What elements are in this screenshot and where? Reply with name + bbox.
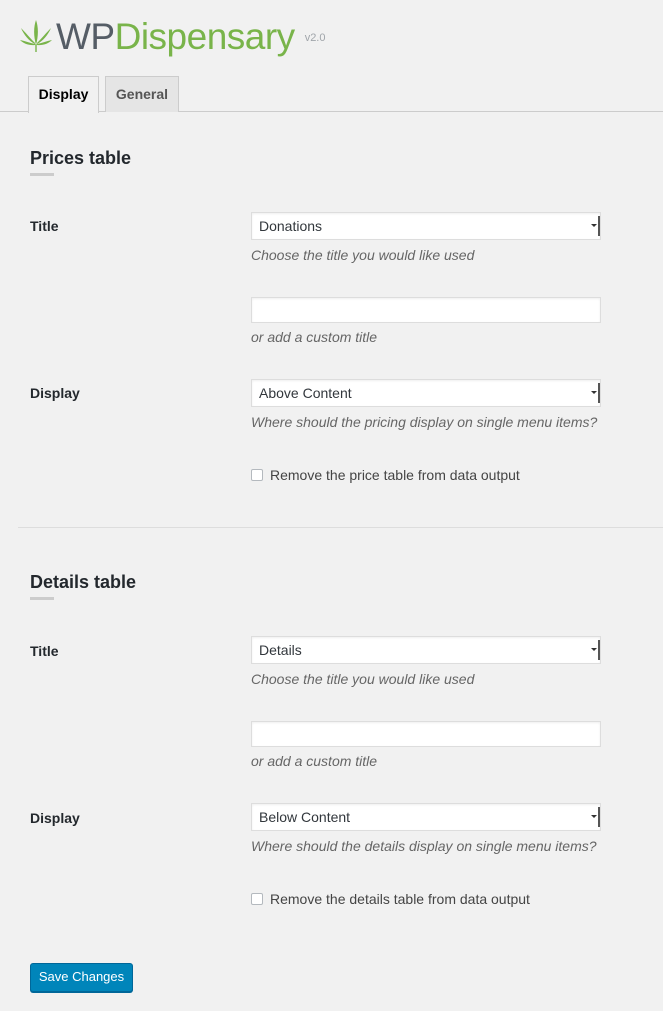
prices-title-select-value: Donations xyxy=(259,218,323,234)
brand-title: WPDispensary xyxy=(56,14,295,60)
details-title-select[interactable]: Details xyxy=(251,636,601,664)
brand-wp: WP xyxy=(56,16,115,57)
dropdown-arrow-icon xyxy=(591,807,600,827)
prices-display-help: Where should the pricing display on sing… xyxy=(251,414,598,430)
details-remove-checkbox-row[interactable]: Remove the details table from data outpu… xyxy=(251,891,530,907)
details-display-select-value: Below Content xyxy=(259,809,351,825)
prices-title-help: Choose the title you would like used xyxy=(251,247,475,263)
dropdown-arrow-icon xyxy=(591,216,600,236)
details-title-select-value: Details xyxy=(259,642,302,658)
prices-display-select[interactable]: Above Content xyxy=(251,379,601,407)
details-title-help: Choose the title you would like used xyxy=(251,671,475,687)
section-title-details: Details table xyxy=(30,572,137,592)
prices-remove-checkbox-row[interactable]: Remove the price table from data output xyxy=(251,467,520,483)
dropdown-arrow-icon xyxy=(591,640,600,660)
details-remove-checkbox[interactable] xyxy=(251,893,263,905)
details-custom-title-input[interactable] xyxy=(251,721,601,747)
details-title-label: Title xyxy=(30,643,59,659)
details-display-help: Where should the details display on sing… xyxy=(251,838,597,854)
section-underline xyxy=(30,173,54,176)
prices-display-select-value: Above Content xyxy=(259,385,352,401)
section-title-prices: Prices table xyxy=(30,148,132,168)
tab-general[interactable]: General xyxy=(105,76,179,112)
details-display-select[interactable]: Below Content xyxy=(251,803,601,831)
prices-display-label: Display xyxy=(30,385,80,401)
prices-title-label: Title xyxy=(30,218,59,234)
plugin-header: WPDispensary v2.0 xyxy=(18,14,325,62)
cannabis-leaf-icon xyxy=(20,20,52,52)
save-changes-button[interactable]: Save Changes xyxy=(30,963,133,992)
details-display-label: Display xyxy=(30,810,80,826)
version-label: v2.0 xyxy=(304,32,326,44)
prices-title-select[interactable]: Donations xyxy=(251,212,601,240)
prices-custom-title-input[interactable] xyxy=(251,297,601,323)
tab-display[interactable]: Display xyxy=(28,76,99,113)
details-remove-checkbox-label: Remove the details table from data outpu… xyxy=(270,891,530,907)
tab-bar: Display General xyxy=(0,76,663,113)
prices-custom-title-help: or add a custom title xyxy=(251,329,378,345)
section-underline xyxy=(30,597,54,600)
dropdown-arrow-icon xyxy=(591,383,600,403)
prices-remove-checkbox-label: Remove the price table from data output xyxy=(270,467,520,483)
brand-dispensary: Dispensary xyxy=(114,16,296,57)
section-divider xyxy=(18,527,663,528)
details-custom-title-help: or add a custom title xyxy=(251,753,378,769)
prices-remove-checkbox[interactable] xyxy=(251,469,263,481)
